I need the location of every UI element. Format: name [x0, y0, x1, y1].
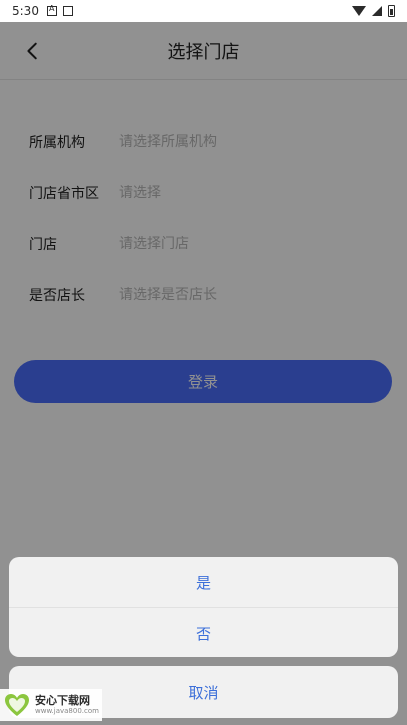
status-indicators	[352, 5, 395, 17]
notification-card-icon	[62, 6, 73, 16]
heart-logo-icon	[5, 694, 29, 716]
status-time: 5:30	[12, 4, 39, 18]
watermark-url: www.java800.com	[35, 707, 99, 715]
wifi-icon	[352, 6, 366, 16]
battery-icon	[388, 5, 395, 17]
signal-icon	[372, 6, 382, 16]
action-sheet-options: 是 否	[9, 557, 398, 657]
notification-a-icon	[46, 4, 57, 16]
option-yes[interactable]: 是	[9, 557, 398, 607]
watermark-text: 安心下载网 www.java800.com	[35, 695, 99, 715]
status-bar: 5:30	[0, 0, 407, 22]
screen: 5:30 选择门店 所属机构 门店省市区 门店 是否店长	[0, 0, 407, 725]
watermark: 安心下载网 www.java800.com	[0, 689, 102, 721]
watermark-title: 安心下载网	[35, 694, 90, 707]
option-no[interactable]: 否	[9, 608, 398, 657]
